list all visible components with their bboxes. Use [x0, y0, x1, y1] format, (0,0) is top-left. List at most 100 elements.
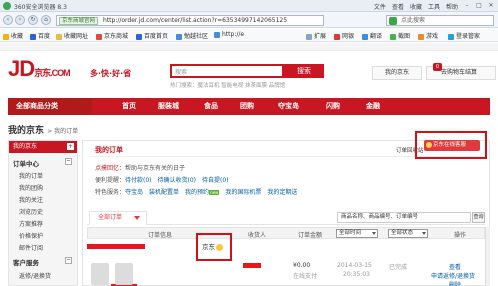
address-bar-row: ‹ › ↻ ⌂ 京东商城官网 http://order.jd.com/cente…: [0, 12, 498, 28]
feature-booking-link[interactable]: 我的预约new: [185, 189, 220, 196]
login-icon: [448, 33, 454, 40]
status-filter-select[interactable]: 全部状态: [388, 229, 428, 238]
sidebar-item-my-orders[interactable]: 我的订单: [19, 171, 43, 180]
sidebar-item-returns[interactable]: 返修/退换货: [19, 271, 51, 280]
feature-auction-link[interactable]: 夺宝岛: [125, 189, 143, 196]
time-filter-select[interactable]: 全部时间: [336, 229, 378, 238]
fav-label: 翻译: [370, 33, 383, 40]
pending-pickup-link[interactable]: 待自提(0): [202, 177, 229, 184]
scrollbar[interactable]: [485, 227, 490, 286]
order-search-button[interactable]: 查询: [472, 212, 485, 223]
my-jd-button[interactable]: 我的京东: [372, 66, 422, 80]
sidebar-item-price-protect[interactable]: 价格保护: [19, 231, 43, 240]
fav-label: 百度首页: [144, 33, 169, 40]
hot-searches[interactable]: 热门搜索：魔法耳机 智能电视 抹茶面膜 品牌馆: [170, 81, 285, 89]
menu-favorites[interactable]: 收藏: [410, 2, 422, 11]
nav-auction[interactable]: 夺宝岛: [278, 98, 299, 115]
browser-title: 360安全浏览器 8.3: [14, 4, 67, 11]
maximize-icon[interactable]: □: [474, 1, 484, 10]
pending-receipt-link[interactable]: 待确认收货(0): [158, 177, 197, 184]
nav-finance[interactable]: 金融: [366, 98, 380, 115]
feature-flights-link[interactable]: 我的国际机票: [225, 189, 261, 196]
feature-pc-config-link[interactable]: 装机配置单: [149, 189, 179, 196]
col-order-info: 订单信息: [148, 232, 173, 239]
fav-item[interactable]: 百度首页: [136, 31, 168, 40]
fav-item[interactable]: 收藏网址: [56, 31, 88, 40]
collapse-icon[interactable]: −: [65, 257, 72, 264]
extension-icon: [306, 33, 312, 40]
menu-file[interactable]: 文件: [374, 2, 386, 11]
browser-search-input[interactable]: 点此搜索: [386, 15, 494, 26]
folder-icon: [56, 33, 62, 40]
chevron-down-icon: [422, 232, 426, 235]
sidebar-item-email-sub[interactable]: 邮件订阅: [19, 243, 43, 252]
pending-payment-link[interactable]: 待付款(0): [125, 177, 152, 184]
nav-clothing[interactable]: 服装城: [158, 98, 179, 115]
fav-item[interactable]: 截图: [390, 31, 410, 40]
fav-item[interactable]: 勉越社区: [176, 31, 208, 40]
delete-order-link[interactable]: 删除: [449, 280, 461, 286]
product-thumbnail[interactable]: [91, 263, 109, 285]
fav-item[interactable]: 登录管家: [448, 31, 480, 40]
sidebar-item-follows[interactable]: 我的关注: [19, 195, 43, 204]
breadcrumb-title[interactable]: 我的京东: [8, 126, 44, 136]
sidebar-item-recommend[interactable]: 方案推荐: [19, 219, 43, 228]
refresh-icon[interactable]: ↻: [28, 15, 38, 25]
fav-label: 网银: [342, 33, 355, 40]
nav-groupbuy[interactable]: 团购: [240, 98, 254, 115]
order-status: 已完成: [389, 264, 408, 271]
home-icon[interactable]: ⌂: [41, 15, 51, 25]
menu-view[interactable]: 查看: [392, 2, 404, 11]
fav-item[interactable]: 百度: [30, 31, 50, 40]
close-icon[interactable]: ✕: [486, 1, 496, 10]
fav-item[interactable]: 京东商城: [96, 31, 128, 40]
col-amount: 订单金额: [298, 232, 323, 239]
tip-text[interactable]: 帮助与京东有关的日子: [125, 165, 185, 172]
nav-flashsale[interactable]: 闪购: [326, 98, 340, 115]
jd-logo[interactable]: JD京东.COM: [8, 56, 71, 82]
feature-subscription-link[interactable]: 我的定期送: [267, 189, 297, 196]
tab-all-orders[interactable]: 全部订单: [89, 211, 147, 225]
url-input[interactable]: 京东商城官网 http://order.jd.com/center/list.a…: [56, 15, 324, 26]
sidebar-section-orders[interactable]: 订单中心 −: [13, 158, 72, 168]
bank-icon: [334, 33, 340, 40]
main-nav: 全部商品分类 首页 服装城 食品 团购 夺宝岛 闪购 金融: [8, 98, 490, 115]
minimize-icon[interactable]: –: [462, 1, 472, 10]
fav-item[interactable]: 翻译: [362, 31, 382, 40]
tip-label: 特色服务：: [95, 189, 126, 196]
star-icon: [3, 33, 9, 40]
browser-title-bar: 360安全浏览器 8.3 文件 查看 收藏 工具 帮助 – □ ✕: [0, 0, 498, 12]
fav-item[interactable]: 游戏: [418, 31, 438, 40]
fav-item[interactable]: 网银: [334, 31, 354, 40]
fav-label: 勉越社区: [184, 33, 209, 40]
return-request-link[interactable]: 申请返修/退换货: [431, 271, 475, 280]
browser-menu: 文件 查看 收藏 工具 帮助: [374, 2, 458, 11]
nav-home[interactable]: 首页: [122, 98, 136, 115]
fav-item[interactable]: 扩展: [306, 31, 326, 40]
sidebar-header-label: 我的京东: [13, 143, 38, 150]
jd-search-button[interactable]: 搜索: [284, 64, 324, 78]
translate-icon: [362, 33, 368, 40]
collapse-icon[interactable]: −: [65, 158, 72, 165]
feature-booking-label: 我的预约: [185, 189, 210, 196]
menu-tools[interactable]: 工具: [428, 2, 440, 11]
all-categories[interactable]: 全部商品分类: [8, 98, 92, 115]
sidebar-item-history[interactable]: 浏览历史: [19, 207, 43, 216]
view-order-link[interactable]: 查看: [449, 262, 461, 271]
forward-icon[interactable]: ›: [15, 15, 25, 25]
nav-food[interactable]: 食品: [204, 98, 218, 115]
jd-search-input[interactable]: 搜索: [170, 64, 284, 78]
cart-button[interactable]: 0 去购物车结算: [426, 63, 496, 80]
sidebar-header[interactable]: 我的京东 +: [9, 141, 77, 153]
sidebar-item-groupbuy[interactable]: 我的团购: [19, 183, 43, 192]
fav-item[interactable]: 收藏: [3, 31, 23, 40]
product-thumbnail[interactable]: [115, 263, 133, 285]
menu-help[interactable]: 帮助: [446, 2, 458, 11]
back-icon[interactable]: ‹: [3, 15, 13, 25]
fav-item[interactable]: http://e: [214, 31, 244, 38]
sidebar-section-service[interactable]: 客户服务 −: [13, 257, 72, 267]
plus-icon[interactable]: +: [67, 143, 74, 150]
order-time: 20:35:03: [343, 271, 370, 278]
redacted-receiver: [243, 263, 261, 268]
order-search-input[interactable]: 商品名称、商品编号、订单编号: [337, 212, 471, 223]
